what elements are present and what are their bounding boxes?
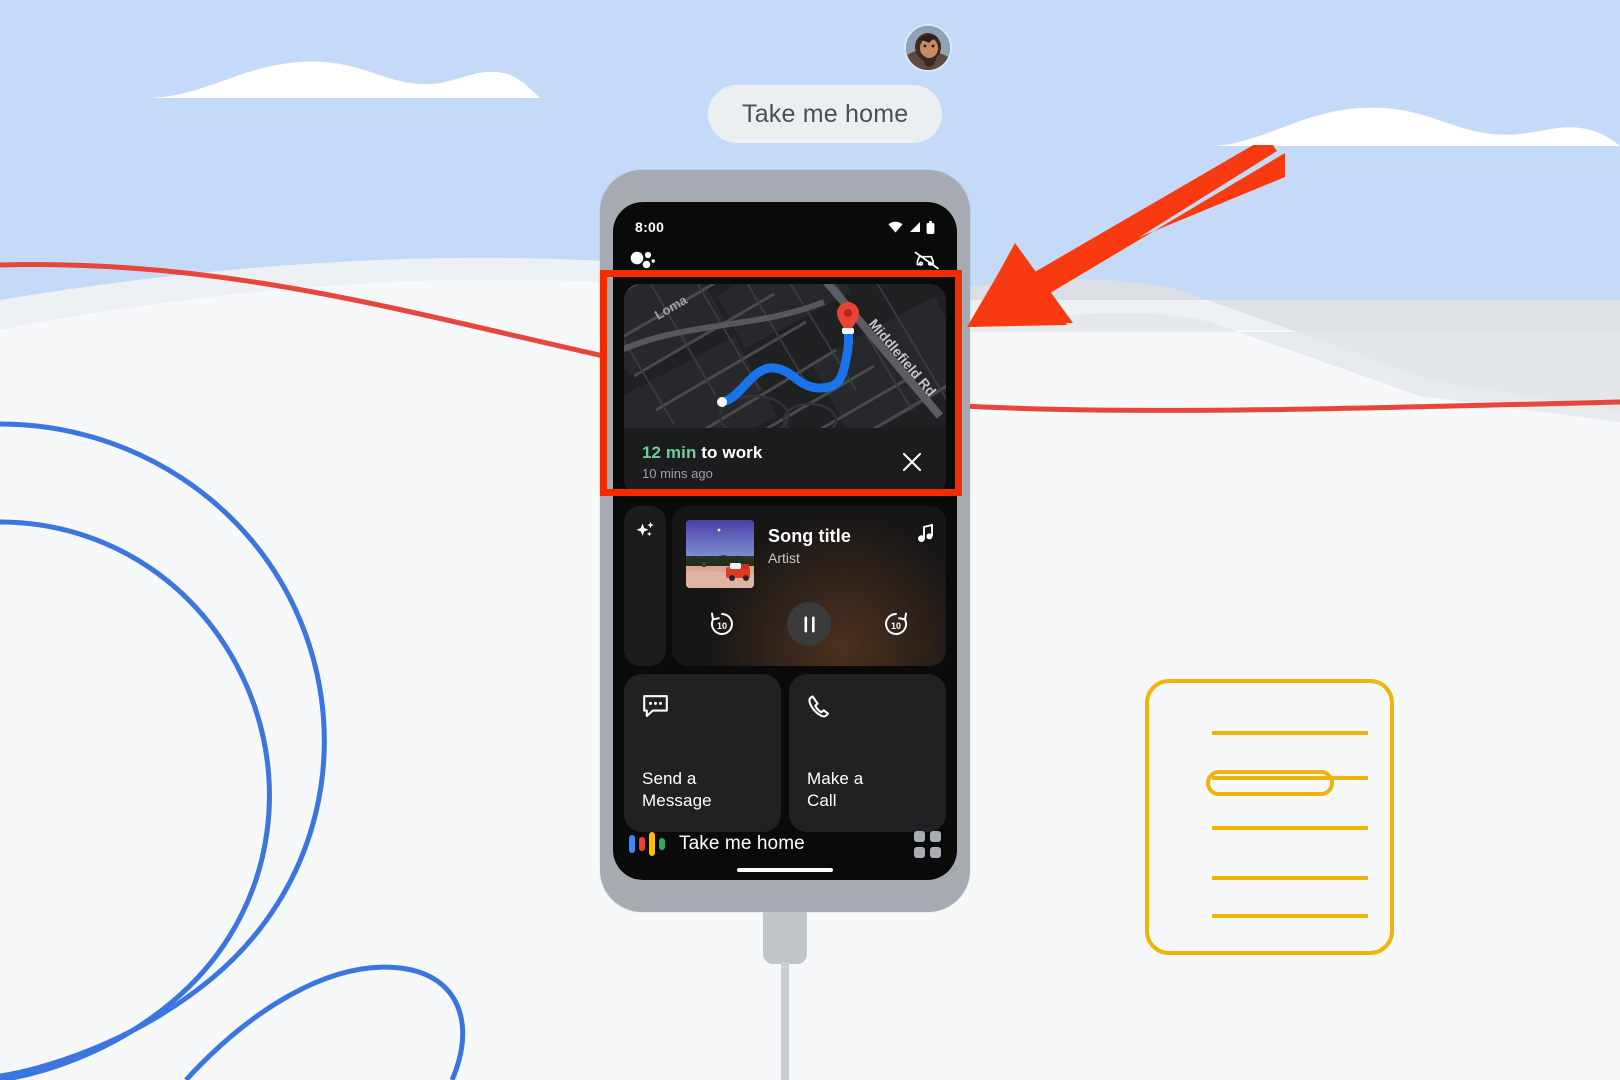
apps-grid-dot [930, 830, 941, 842]
battery-icon [926, 220, 935, 234]
status-clock: 8:00 [635, 219, 665, 235]
wifi-icon [888, 221, 903, 233]
eta-destination: to work [701, 443, 763, 462]
apps-grid-icon[interactable] [914, 830, 941, 858]
navigation-info: 12 min to work 10 mins ago [624, 428, 946, 496]
song-artist: Artist [768, 550, 800, 566]
close-icon[interactable] [901, 451, 923, 473]
tile-line-1: Make a [807, 768, 864, 788]
tile-line-1: Send a [642, 768, 697, 788]
avatar-portrait-icon [906, 26, 950, 70]
assistant-bar-yellow [649, 832, 655, 856]
home-indicator[interactable] [737, 868, 833, 872]
media-source-badge [917, 520, 934, 548]
navigation-card[interactable]: Loma Middlefield Rd 12 min to work 10 mi… [624, 284, 946, 496]
forward-10-label: 10 [891, 621, 901, 631]
media-player-card[interactable]: Song title Artist 10 10 [672, 506, 946, 666]
eta-timestamp: 10 mins ago [642, 466, 713, 481]
google-assistant-icon[interactable] [630, 249, 656, 271]
sparkle-icon[interactable] [634, 520, 656, 542]
forward-10-icon[interactable]: 10 [881, 609, 911, 639]
eta-line: 12 min to work [642, 443, 896, 463]
album-art-image [686, 520, 754, 588]
utterance-text: Take me home [742, 99, 909, 128]
song-title: Song title [768, 526, 851, 546]
eta-value: 12 min [642, 443, 697, 462]
assistant-bar-red [639, 837, 645, 851]
ground-left [0, 400, 640, 1080]
assistant-bar-green [659, 838, 665, 850]
media-controls: 10 10 [672, 602, 946, 646]
charging-cable-plug [763, 912, 807, 964]
map-origin-dot [717, 397, 727, 407]
navigation-close-button[interactable] [896, 446, 928, 478]
rewind-10-icon[interactable]: 10 [707, 609, 737, 639]
app-bar [613, 242, 957, 278]
phone-screen: 8:00 Loma Middlefield Rd 12 min to work … [613, 202, 957, 880]
music-note-icon [918, 523, 933, 542]
media-meta: Song title Artist [768, 520, 903, 566]
apps-grid-dot [914, 830, 925, 842]
screenshot-root: Take me home 8:00 Loma Middlefield Rd 12… [0, 0, 1620, 1080]
send-message-label: Send a Message [642, 768, 763, 812]
charging-cable-wire [781, 962, 789, 1080]
navigation-text: 12 min to work 10 mins ago [642, 443, 896, 481]
album-art [686, 520, 754, 588]
apps-grid-dot [930, 846, 941, 858]
map-preview[interactable]: Loma Middlefield Rd [624, 284, 946, 428]
apps-grid-dot [914, 846, 925, 858]
make-call-label: Make a Call [807, 768, 928, 812]
cellular-signal-icon [910, 222, 920, 232]
rewind-10-label: 10 [717, 621, 727, 631]
phone-call-icon [808, 695, 829, 718]
message-bubble-icon [643, 695, 668, 718]
utterance-bubble: Take me home [708, 85, 943, 143]
media-header: Song title Artist [672, 506, 946, 588]
user-avatar [906, 26, 950, 70]
play-pause-button[interactable] [787, 602, 831, 646]
media-widget: Song title Artist 10 10 [624, 506, 946, 666]
status-bar: 8:00 [613, 214, 957, 240]
google-assistant-bars-icon[interactable] [629, 832, 665, 856]
phone-device: 8:00 Loma Middlefield Rd 12 min to work … [600, 170, 970, 912]
pause-icon[interactable] [801, 615, 818, 634]
assistant-prompt-label: Take me home [679, 833, 805, 854]
status-icons [888, 220, 935, 234]
assistant-bar-blue [629, 835, 635, 853]
driving-mode-off-icon[interactable] [914, 249, 940, 271]
media-suggestion-strip[interactable] [624, 506, 666, 666]
